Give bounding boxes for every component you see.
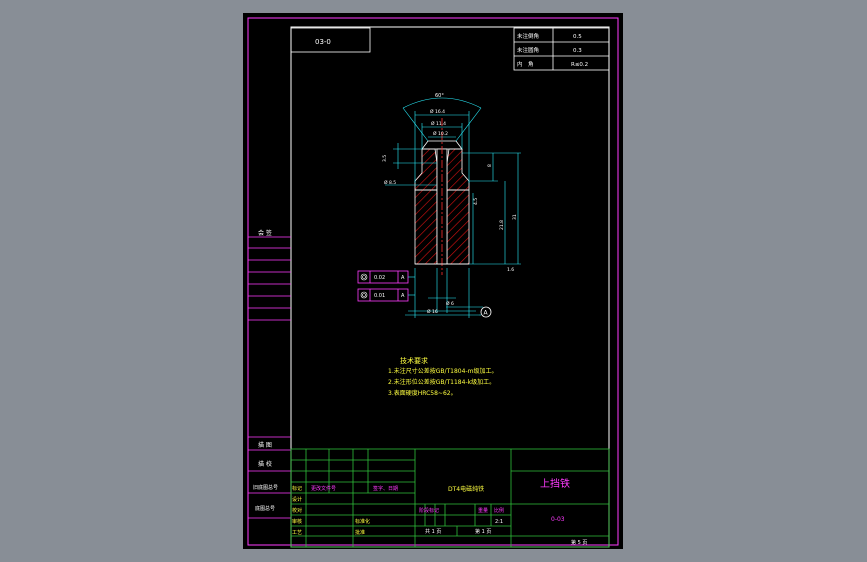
sheets-total: 共 1 页 bbox=[425, 528, 441, 535]
tolerance-frame-2 bbox=[357, 288, 415, 302]
title-row-label-1: 标记 bbox=[292, 485, 302, 492]
cad-drawing: 会 签 描 图 描 校 旧底图总号 底图总号 03-0 未注倒角 0.5 未注圆… bbox=[247, 17, 619, 548]
body-hatch-right bbox=[446, 189, 470, 265]
dim-h1: 3.5 bbox=[382, 155, 388, 162]
title-header-mid: 更改文件号 bbox=[311, 485, 336, 492]
top-table-value-2: 0.3 bbox=[573, 48, 582, 54]
inner-border bbox=[290, 26, 610, 548]
outer-border bbox=[247, 17, 619, 546]
title-row-label-4: 审核 bbox=[292, 518, 302, 525]
note-2: 2.未注形位公差按GB/T1184-k级加工。 bbox=[388, 378, 495, 386]
neck-left bbox=[414, 148, 438, 191]
datum-a-label: A bbox=[484, 310, 489, 317]
title-row-label-3: 校对 bbox=[292, 507, 302, 514]
title-header-sign: 签字、日期 bbox=[373, 485, 398, 492]
dim-h2: 8 bbox=[487, 164, 493, 167]
left-strip-label-1: 描 图 bbox=[258, 441, 272, 449]
tolerance-value-2: 0.01 bbox=[374, 293, 385, 299]
top-table-value-3: R≤0.2 bbox=[571, 62, 588, 68]
dim-d1: Ø 16.4 bbox=[430, 108, 445, 115]
title-row-label-5: 工艺 bbox=[292, 530, 302, 536]
dim-d6: Ø 16 bbox=[427, 308, 438, 315]
dim-h5: 4.5 bbox=[473, 198, 479, 205]
weight-label: 重量 bbox=[478, 507, 488, 514]
left-strip-label-2: 描 校 bbox=[258, 460, 272, 468]
scale-label: 比例 bbox=[494, 507, 504, 514]
title-approve-1: 标准化 bbox=[355, 518, 370, 525]
dim-d2: Ø 11.4 bbox=[431, 120, 446, 127]
notes-title: 技术要求 bbox=[400, 356, 428, 365]
left-strip-top-label: 会 签 bbox=[258, 229, 272, 237]
note-1: 1.未注尺寸公差按GB/T1804-m级加工。 bbox=[388, 367, 497, 375]
left-strip-label-4: 底图总号 bbox=[255, 505, 275, 512]
left-strip-label-3: 旧底图总号 bbox=[253, 484, 278, 491]
drawing-sheet: 会 签 描 图 描 校 旧底图总号 底图总号 03-0 未注倒角 0.5 未注圆… bbox=[243, 13, 623, 549]
dim-h3: 31 bbox=[512, 214, 518, 220]
stage-label: 阶段标记 bbox=[419, 507, 439, 514]
neck-right bbox=[446, 148, 470, 191]
sheet-number: 第 1 页 bbox=[475, 528, 491, 535]
tolerance-datum-1: A bbox=[401, 275, 405, 281]
dim-d5: Ø 6 bbox=[446, 300, 454, 307]
part-view bbox=[414, 118, 470, 275]
title-block-grid bbox=[290, 448, 610, 548]
title-approve-2: 批准 bbox=[355, 529, 365, 536]
top-table-label-1: 未注倒角 bbox=[517, 32, 539, 40]
body-hatch-left bbox=[414, 189, 438, 265]
top-table-label-3: 内 角 bbox=[517, 60, 534, 68]
dim-d3: Ø 10.2 bbox=[433, 130, 448, 137]
tolerance-frame-1 bbox=[357, 270, 415, 284]
code-box-text: 03-0 bbox=[315, 38, 331, 46]
part-code: 0-03 bbox=[551, 516, 565, 523]
tolerance-datum-2: A bbox=[401, 293, 405, 299]
dim-angle: 60° bbox=[435, 93, 444, 99]
tolerance-value-1: 0.02 bbox=[374, 275, 385, 281]
left-strip bbox=[248, 236, 291, 519]
material-text: DT4电磁纯铁 bbox=[448, 485, 484, 493]
note-3: 3.表面硬度HRC58~62。 bbox=[388, 389, 457, 397]
dim-h6: 1.6 bbox=[507, 267, 514, 273]
title-row-label-2: 设计 bbox=[292, 496, 302, 503]
dim-d4: Ø 8.5 bbox=[384, 179, 396, 186]
top-table-label-2: 未注圆角 bbox=[517, 46, 539, 54]
top-table-value-1: 0.5 bbox=[573, 34, 582, 40]
page-number: 第 5 页 bbox=[571, 539, 587, 546]
part-name: 上挡铁 bbox=[540, 477, 570, 490]
dim-h4: 21.8 bbox=[499, 220, 505, 230]
scale-value: 2:1 bbox=[495, 519, 503, 525]
